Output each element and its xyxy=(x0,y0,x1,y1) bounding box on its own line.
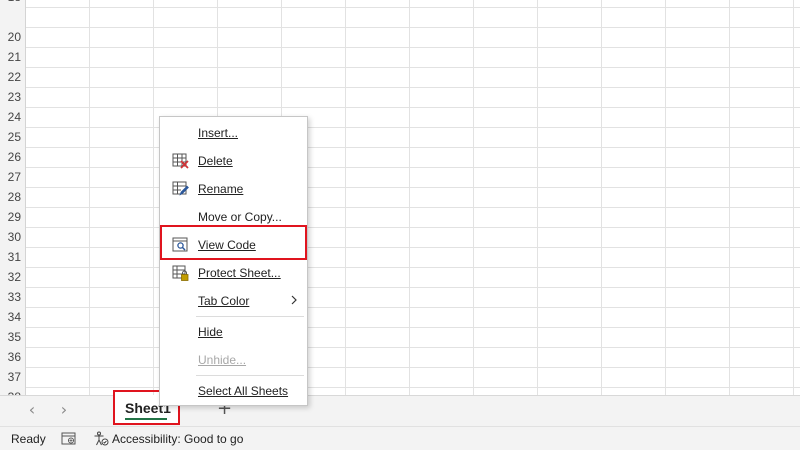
menu-item-move-or-copy[interactable]: Move or Copy... xyxy=(160,203,307,231)
row-header[interactable]: 38 xyxy=(0,387,25,395)
next-sheet-arrow-icon[interactable]: › xyxy=(56,402,72,418)
menu-item-rename[interactable]: Rename xyxy=(160,175,307,203)
row-header[interactable]: 31 xyxy=(0,247,25,267)
row-header[interactable]: 23 xyxy=(0,87,25,107)
sheet-tab-context-menu: Insert... Delete Rename Move or Copy... … xyxy=(159,116,308,406)
accessibility-status-label: Accessibility: Good to go xyxy=(112,432,244,446)
menu-item-label-text: Tab Color xyxy=(198,294,250,308)
menu-item-hide[interactable]: Hide xyxy=(160,318,307,346)
row-gridline xyxy=(0,287,800,288)
column-gridline xyxy=(793,0,794,395)
menu-item-label-text: Protect Sheet... xyxy=(198,266,281,280)
row-gridline xyxy=(0,227,800,228)
row-header[interactable]: 35 xyxy=(0,327,25,347)
row-header[interactable]: 28 xyxy=(0,187,25,207)
menu-item-label: View Code xyxy=(198,238,256,252)
row-gridline xyxy=(0,247,800,248)
rename-sheet-icon xyxy=(172,181,189,196)
menu-item-delete[interactable]: Delete xyxy=(160,147,307,175)
row-header[interactable]: 26 xyxy=(0,147,25,167)
menu-item-label-text: Delete xyxy=(198,154,233,168)
row-gridline xyxy=(0,67,800,68)
status-ready-text: Ready xyxy=(11,432,46,446)
row-header[interactable]: 33 xyxy=(0,287,25,307)
menu-item-select-all-sheets[interactable]: Select All Sheets xyxy=(160,377,307,405)
menu-item-label: Move or Copy... xyxy=(198,210,282,224)
accessibility-icon xyxy=(94,431,109,446)
row-gridline xyxy=(0,207,800,208)
row-header[interactable]: 37 xyxy=(0,367,25,387)
row-gridline xyxy=(0,307,800,308)
menu-item-label: Unhide... xyxy=(198,353,246,367)
row-header[interactable]: 21 xyxy=(0,47,25,67)
menu-item-protect-sheet[interactable]: Protect Sheet... xyxy=(160,259,307,287)
row-header-column: 18 20 21 22 23 24 25 26 27 28 29 30 31 3… xyxy=(0,0,26,395)
row-header[interactable]: 25 xyxy=(0,127,25,147)
menu-item-label: Select All Sheets xyxy=(198,384,288,398)
row-header[interactable]: 34 xyxy=(0,307,25,327)
status-bar: Ready Accessibility: Good to go xyxy=(0,426,800,450)
menu-item-label: Delete xyxy=(198,154,233,168)
menu-item-label: Rename xyxy=(198,182,243,196)
menu-item-label-text: Insert... xyxy=(198,126,239,140)
row-header[interactable]: 36 xyxy=(0,347,25,367)
menu-item-view-code[interactable]: View Code xyxy=(160,231,307,259)
row-gridline xyxy=(0,7,800,8)
row-gridline xyxy=(0,47,800,48)
column-gridline xyxy=(601,0,602,395)
row-header[interactable]: 18 xyxy=(0,0,25,7)
row-header[interactable]: 30 xyxy=(0,227,25,247)
delete-sheet-icon xyxy=(172,153,189,169)
menu-item-tab-color[interactable]: Tab Color xyxy=(160,287,307,315)
row-gridline xyxy=(0,107,800,108)
sheet-tab-bar: ‹ › Sheet1 + xyxy=(0,395,800,426)
menu-item-label: Hide xyxy=(198,325,223,339)
column-gridline xyxy=(153,0,154,395)
menu-item-unhide: Unhide... xyxy=(160,346,307,374)
row-gridline xyxy=(0,267,800,268)
row-gridline xyxy=(0,367,800,368)
view-code-icon xyxy=(172,237,188,252)
row-gridline xyxy=(0,347,800,348)
column-gridline xyxy=(345,0,346,395)
column-gridline xyxy=(537,0,538,395)
row-header[interactable]: 24 xyxy=(0,107,25,127)
row-gridline xyxy=(0,327,800,328)
menu-item-label: Insert... xyxy=(198,126,238,140)
menu-item-insert[interactable]: Insert... xyxy=(160,119,307,147)
row-header[interactable]: 20 xyxy=(0,27,25,47)
menu-item-label-text: Select All Sheets xyxy=(198,384,289,398)
column-gridline xyxy=(473,0,474,395)
menu-separator xyxy=(196,316,304,317)
previous-sheet-arrow-icon[interactable]: ‹ xyxy=(24,402,40,418)
column-gridline xyxy=(665,0,666,395)
menu-item-label-text: Hide xyxy=(198,325,223,339)
column-gridline xyxy=(409,0,410,395)
menu-item-label-text: Unhide... xyxy=(198,353,247,367)
menu-item-label-text: Rename xyxy=(198,182,244,196)
active-tab-underline xyxy=(125,418,167,420)
menu-separator xyxy=(196,375,304,376)
macro-recording-icon[interactable] xyxy=(61,432,77,446)
row-gridline xyxy=(0,167,800,168)
protect-sheet-icon xyxy=(172,265,189,281)
row-gridline xyxy=(0,127,800,128)
column-gridline xyxy=(89,0,90,395)
row-header[interactable]: 22 xyxy=(0,67,25,87)
row-header[interactable]: 27 xyxy=(0,167,25,187)
row-header[interactable]: 32 xyxy=(0,267,25,287)
row-header[interactable]: 29 xyxy=(0,207,25,227)
menu-item-label: Tab Color xyxy=(198,294,249,308)
row-gridline xyxy=(0,187,800,188)
row-gridline xyxy=(0,387,800,388)
excel-window: 18 20 21 22 23 24 25 26 27 28 29 30 31 3… xyxy=(0,0,800,450)
submenu-chevron-right-icon xyxy=(291,295,297,305)
column-gridline xyxy=(729,0,730,395)
row-gridline xyxy=(0,147,800,148)
menu-item-label: Protect Sheet... xyxy=(198,266,281,280)
worksheet-grid[interactable]: 18 20 21 22 23 24 25 26 27 28 29 30 31 3… xyxy=(0,0,800,395)
row-gridline xyxy=(0,87,800,88)
menu-item-label-text: View Code xyxy=(198,238,256,252)
row-gridline xyxy=(0,27,800,28)
